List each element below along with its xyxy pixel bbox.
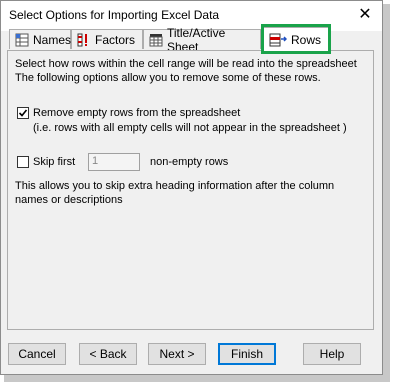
help-button[interactable]: Help: [303, 343, 361, 365]
intro-text-line2: The following options allow you to remov…: [15, 72, 321, 84]
remove-empty-rows-note: (i.e. rows with all empty cells will not…: [33, 122, 347, 134]
rows-options-panel: Select how rows within the cell range wi…: [7, 50, 374, 330]
cancel-button[interactable]: Cancel: [8, 343, 66, 365]
skip-help-line1: This allows you to skip extra heading in…: [15, 180, 335, 192]
dialog-title: Select Options for Importing Excel Data: [9, 8, 220, 22]
skip-first-label[interactable]: Skip first: [33, 155, 75, 169]
intro-text-line1: Select how rows within the cell range wi…: [15, 58, 357, 70]
tab-names-label: Names: [33, 32, 72, 47]
tab-title-active-sheet[interactable]: Title/Active Sheet: [143, 26, 261, 54]
close-icon[interactable]: ✕: [354, 5, 376, 25]
next-button[interactable]: Next >: [148, 343, 206, 365]
remove-empty-rows-checkbox[interactable]: [17, 107, 29, 119]
title-sheet-icon: [149, 33, 163, 47]
rows-tab-highlight: [261, 24, 331, 54]
skip-suffix-label: non-empty rows: [150, 156, 229, 168]
tab-names[interactable]: Names: [9, 29, 71, 49]
checkmark-icon: [18, 109, 28, 117]
remove-empty-rows-label[interactable]: Remove empty rows from the spreadsheet: [33, 106, 240, 120]
factors-icon: [77, 33, 91, 47]
skip-rows-count-input[interactable]: 1: [88, 153, 140, 171]
skip-help-line2: names or descriptions: [15, 194, 123, 206]
back-button[interactable]: < Back: [79, 343, 137, 365]
import-options-dialog: Select Options for Importing Excel Data …: [0, 0, 383, 375]
tab-factors[interactable]: Factors: [71, 29, 143, 49]
tab-factors-label: Factors: [95, 32, 136, 47]
names-table-icon: [15, 33, 29, 47]
finish-button[interactable]: Finish: [218, 343, 276, 365]
skip-first-checkbox[interactable]: [17, 156, 29, 168]
